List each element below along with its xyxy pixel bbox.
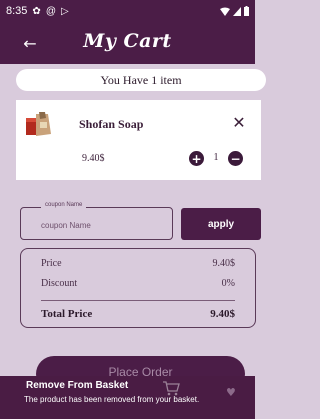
apply-coupon-button[interactable]: apply <box>181 208 261 240</box>
discount-label: Discount <box>41 278 78 289</box>
wifi-icon <box>220 7 230 16</box>
coupon-label: coupon Name <box>41 202 87 208</box>
status-time: 8:35 <box>6 5 28 17</box>
cart-item-card: Shofan Soap ✕ 9.40$ + 1 − <box>16 100 261 180</box>
increase-quantity-button[interactable]: + <box>189 151 204 166</box>
summary-divider <box>41 300 235 301</box>
minus-icon: − <box>230 151 241 166</box>
soap-product-image <box>26 112 51 136</box>
snackbar-title: Remove From Basket <box>26 380 129 391</box>
signal-icon <box>233 6 241 16</box>
coupon-field[interactable]: coupon Name <box>20 202 173 240</box>
page-title: My Cart <box>83 30 172 52</box>
total-value: 9.40$ <box>210 308 235 320</box>
heart-icon[interactable]: ♥ <box>226 386 236 399</box>
price-label: Price <box>41 258 62 269</box>
remove-item-button[interactable]: ✕ <box>230 112 248 132</box>
discount-row: Discount 0% <box>41 278 235 289</box>
play-store-icon: ▷ <box>60 5 69 17</box>
snackbar: Remove From Basket The product has been … <box>0 376 255 419</box>
total-row: Total Price 9.40$ <box>41 308 235 320</box>
app-bar: ← My Cart <box>0 22 255 64</box>
coupon-input[interactable] <box>41 218 166 232</box>
plus-icon: + <box>191 151 202 166</box>
cart-count-text: You Have 1 item <box>100 72 182 87</box>
quantity-value: 1 <box>213 152 219 163</box>
snackbar-message: The product has been removed from your b… <box>24 395 200 404</box>
at-icon: @ <box>45 5 56 17</box>
product-price: 9.40$ <box>82 153 105 164</box>
product-name[interactable]: Shofan Soap <box>79 117 143 132</box>
decrease-quantity-button[interactable]: − <box>228 151 243 166</box>
cart-count-banner: You Have 1 item <box>16 69 266 91</box>
total-label: Total Price <box>41 308 93 320</box>
price-value: 9.40$ <box>212 258 236 269</box>
price-row: Price 9.40$ <box>41 258 235 269</box>
discount-value: 0% <box>221 278 235 289</box>
battery-icon <box>244 6 249 16</box>
settings-icon: ✿ <box>32 5 41 17</box>
close-icon: ✕ <box>232 112 246 132</box>
cart-icon[interactable] <box>162 380 180 396</box>
order-summary: Price 9.40$ Discount 0% Total Price 9.40… <box>20 248 256 328</box>
status-bar: 8:35 ✿ @ ▷ <box>0 0 255 22</box>
